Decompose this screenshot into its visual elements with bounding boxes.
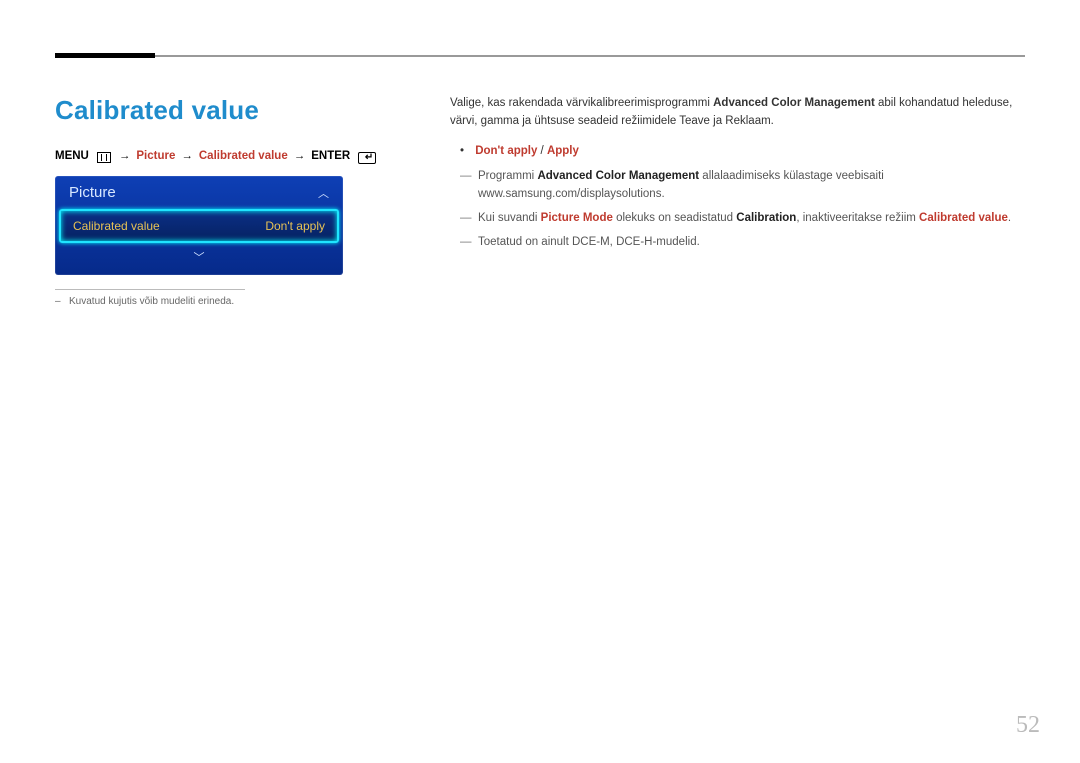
option-slash: / [537,145,547,157]
options-line: • Don't apply / Apply [460,143,1025,161]
description-paragraph: Valige, kas rakendada värvikalibreerimis… [450,95,1025,131]
osd-header: Picture ︿ [55,176,343,209]
note-bold: Advanced Color Management [537,170,699,182]
note-download: Programmi Advanced Color Management alla… [460,168,1025,204]
menu-icon [97,152,111,163]
breadcrumb-arrow: → [119,150,131,162]
option-dont-apply: Don't apply [475,145,537,157]
osd-footer: ﹀ [55,243,343,275]
breadcrumb: MENU → Picture → Calibrated value → ENTE… [55,150,390,162]
osd-row-value: Don't apply [265,219,325,233]
osd-panel: Picture ︿ Calibrated value Don't apply ﹀ [55,176,343,275]
para-text: Valige, kas rakendada värvikalibreerimis… [450,97,713,109]
para-bold: Advanced Color Management [713,97,875,109]
footnote-rule [55,289,245,290]
chevron-down-icon[interactable]: ﹀ [194,252,205,264]
note-text: olekuks on seadistatud [613,212,736,224]
chevron-up-icon[interactable]: ︿ [318,185,329,201]
note-supported-models: Toetatud on ainult DCE-M, DCE-H-mudelid. [460,234,1025,252]
top-rule [55,55,1025,57]
note-bold: Calibration [736,212,796,224]
section-title: Calibrated value [55,95,390,126]
note-red: Picture Mode [541,212,613,224]
enter-icon [358,152,376,164]
note-text: Programmi [478,170,537,182]
note-red: Calibrated value [919,212,1008,224]
footnote: –Kuvatud kujutis võib mudeliti erineda. [55,296,390,307]
breadcrumb-enter: ENTER [311,150,350,162]
option-apply: Apply [547,145,579,157]
osd-row-label: Calibrated value [73,219,160,233]
osd-row-calibrated[interactable]: Calibrated value Don't apply [59,209,339,243]
page-number: 52 [1016,712,1040,739]
breadcrumb-arrow: → [181,150,193,162]
footnote-text: Kuvatud kujutis võib mudeliti erineda. [69,296,234,307]
note-text: Toetatud on ainult DCE-M, DCE-H-mudelid. [478,236,700,248]
breadcrumb-arrow: → [294,150,306,162]
breadcrumb-calibrated: Calibrated value [199,150,288,162]
note-text: . [1008,212,1011,224]
osd-header-title: Picture [69,184,116,201]
breadcrumb-menu: MENU [55,150,89,162]
breadcrumb-picture: Picture [136,150,175,162]
note-text: Kui suvandi [478,212,541,224]
note-text: , inaktiveeritakse režiim [796,212,919,224]
note-picture-mode: Kui suvandi Picture Mode olekuks on sead… [460,210,1025,228]
